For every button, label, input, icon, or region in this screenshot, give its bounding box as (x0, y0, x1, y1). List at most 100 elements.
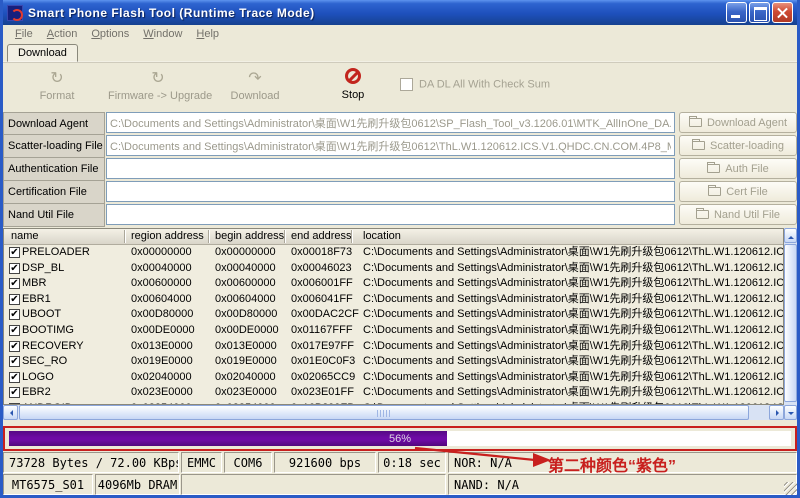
window-title: Smart Phone Flash Tool (Runtime Trace Mo… (28, 6, 315, 20)
firmware-upgrade-button[interactable]: Firmware -> Upgrade (108, 70, 208, 102)
row-checkbox-checked-icon[interactable] (9, 372, 20, 383)
scroll-down-arrow-icon[interactable] (784, 405, 797, 420)
browse-nand-button[interactable]: Nand Util File (679, 204, 797, 225)
tab-strip: Download (3, 43, 797, 62)
folder-icon (689, 118, 702, 127)
app-icon (7, 5, 23, 21)
annotation-text: 第二种颜色“紫色” (548, 452, 676, 476)
scatter-file-label: Scatter-loading File (3, 135, 105, 158)
menu-window[interactable]: Window (136, 26, 189, 42)
progress-annotation-box: 56% (3, 426, 797, 451)
firmware-upgrade-icon (108, 70, 208, 88)
format-button[interactable]: Format (7, 70, 107, 102)
folder-icon (692, 141, 705, 150)
row-checkbox-checked-icon[interactable] (9, 263, 20, 274)
status-nand: NAND: N/A (448, 474, 797, 495)
close-button[interactable] (772, 2, 793, 23)
tab-download[interactable]: Download (7, 44, 78, 62)
table-row[interactable]: DSP_BL 0x00040000 0x00040000 0x00046023 … (4, 261, 783, 277)
minimize-button[interactable] (726, 2, 747, 23)
progress-bar: 56% (9, 431, 791, 446)
partition-table-body: PRELOADER 0x00000000 0x00000000 0x00018F… (4, 245, 783, 405)
titlebar: Smart Phone Flash Tool (Runtime Trace Mo… (3, 0, 797, 25)
nand-util-label: Nand Util File (3, 204, 105, 227)
download-button[interactable]: Download (205, 70, 305, 102)
table-row[interactable]: EBR1 0x00604000 0x00604000 0x006041FF C:… (4, 292, 783, 308)
stop-button[interactable]: Stop (323, 68, 383, 101)
menu-file[interactable]: File (8, 26, 40, 42)
progress-percent: 56% (9, 433, 791, 445)
header-begin[interactable]: begin address (215, 230, 284, 242)
row-checkbox-checked-icon[interactable] (9, 356, 20, 367)
auth-file-label: Authentication File (3, 158, 105, 181)
partition-table: name region address begin address end ad… (3, 228, 784, 405)
scatter-file-input[interactable] (106, 135, 675, 156)
row-checkbox-checked-icon[interactable] (9, 247, 20, 258)
cert-file-label: Certification File (3, 181, 105, 204)
resize-grip[interactable] (784, 482, 797, 495)
status-chip: MT6575_S01 (3, 474, 93, 495)
browse-download-agent-button[interactable]: Download Agent (679, 112, 797, 133)
column-divider (351, 230, 352, 243)
table-row[interactable]: SEC_RO 0x019E0000 0x019E0000 0x01E0C0F3 … (4, 354, 783, 370)
header-end[interactable]: end address (291, 230, 352, 242)
status-baudrate: 921600 bps (274, 452, 376, 473)
horizontal-scrollbar[interactable] (3, 405, 784, 420)
vertical-scrollbar[interactable] (784, 228, 797, 420)
nand-util-input[interactable] (106, 204, 675, 225)
row-checkbox-checked-icon[interactable] (9, 341, 20, 352)
status-storage: EMMC (181, 452, 222, 473)
header-location[interactable]: location (363, 230, 401, 242)
column-divider (284, 230, 285, 243)
table-row[interactable]: EBR2 0x023E0000 0x023E0000 0x023E01FF C:… (4, 385, 783, 401)
table-row[interactable]: LOGO 0x02040000 0x02040000 0x02065CC9 C:… (4, 370, 783, 386)
folder-icon (707, 164, 720, 173)
maximize-button[interactable] (749, 2, 770, 23)
status-throughput: 73728 Bytes / 72.00 KBps (3, 452, 179, 473)
header-region[interactable]: region address (131, 230, 204, 242)
row-checkbox-checked-icon[interactable] (9, 309, 20, 320)
scroll-left-arrow-icon[interactable] (3, 405, 18, 420)
folder-icon (696, 210, 709, 219)
table-row[interactable]: RECOVERY 0x013E0000 0x013E0000 0x017E97F… (4, 339, 783, 355)
status-empty-cell (181, 474, 446, 495)
row-checkbox-checked-icon[interactable] (9, 278, 20, 289)
auth-file-input[interactable] (106, 158, 675, 179)
cert-file-input[interactable] (106, 181, 675, 202)
column-divider (208, 230, 209, 243)
browse-auth-button[interactable]: Auth File (679, 158, 797, 179)
browse-cert-button[interactable]: Cert File (679, 181, 797, 202)
table-row[interactable]: MBR 0x00600000 0x00600000 0x006001FF C:\… (4, 276, 783, 292)
status-port: COM6 (224, 452, 272, 473)
table-row[interactable]: BOOTIMG 0x00DE0000 0x00DE0000 0x01167FFF… (4, 323, 783, 339)
vertical-scroll-thumb[interactable] (784, 244, 797, 402)
folder-icon (708, 187, 721, 196)
menubar: File Action Options Window Help (3, 25, 797, 43)
row-checkbox-checked-icon[interactable] (9, 325, 20, 336)
status-elapsed-time: 0:18 sec (378, 452, 446, 473)
column-divider (124, 230, 125, 243)
table-row[interactable]: PRELOADER 0x00000000 0x00000000 0x00018F… (4, 245, 783, 261)
scroll-up-arrow-icon[interactable] (784, 228, 797, 243)
download-agent-label: Download Agent (3, 112, 105, 135)
checkbox-icon (400, 78, 413, 91)
table-row[interactable]: UBOOT 0x00D80000 0x00D80000 0x00DAC2CF C… (4, 307, 783, 323)
row-checkbox-checked-icon[interactable] (9, 387, 20, 398)
stop-icon (345, 68, 361, 84)
header-name[interactable]: name (11, 230, 39, 242)
partition-table-header: name region address begin address end ad… (4, 229, 783, 245)
row-checkbox-checked-icon[interactable] (9, 294, 20, 305)
download-agent-input[interactable] (106, 112, 675, 133)
status-dram: 4096Mb DRAM (95, 474, 180, 495)
da-dl-checksum-checkbox[interactable]: DA DL All With Check Sum (400, 78, 550, 91)
download-icon (205, 70, 305, 88)
toolbar: Format Firmware -> Upgrade Download Stop… (3, 62, 797, 111)
horizontal-scroll-thumb[interactable] (19, 405, 749, 420)
menu-action[interactable]: Action (40, 26, 85, 42)
menu-options[interactable]: Options (84, 26, 136, 42)
menu-help[interactable]: Help (189, 26, 226, 42)
scroll-right-arrow-icon[interactable] (769, 405, 784, 420)
browse-scatter-button[interactable]: Scatter-loading (679, 135, 797, 156)
app-window: Smart Phone Flash Tool (Runtime Trace Mo… (0, 0, 800, 498)
format-icon (7, 70, 107, 88)
